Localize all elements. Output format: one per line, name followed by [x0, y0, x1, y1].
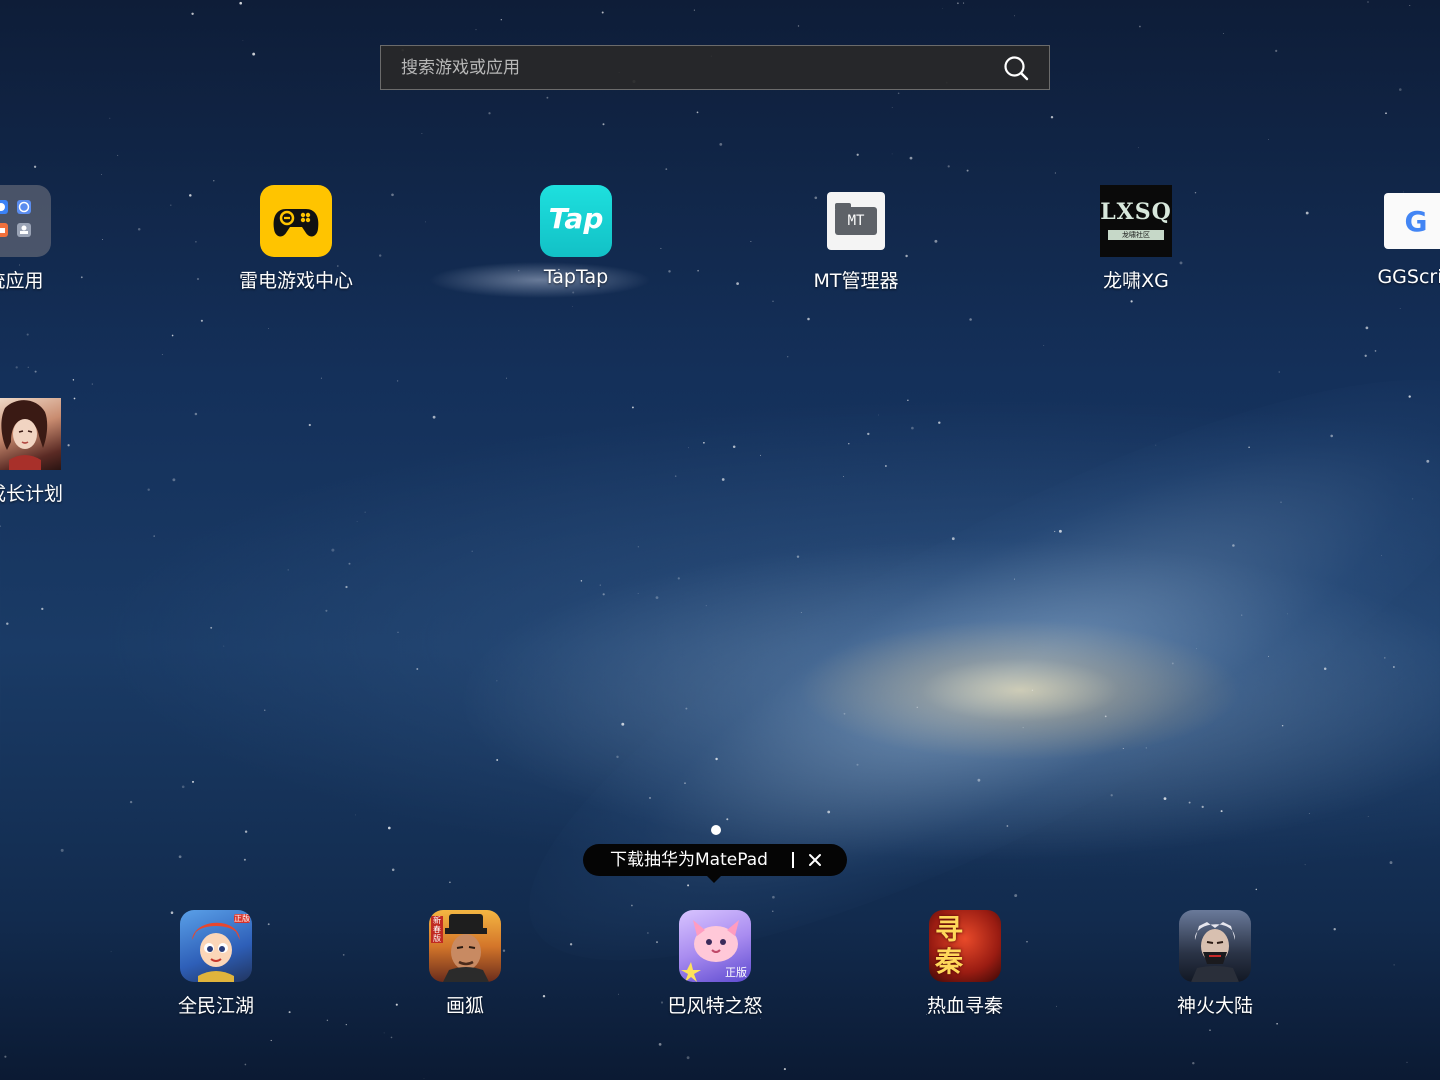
app-bafengte[interactable]: 正版 巴风特之怒 — [615, 910, 815, 1018]
search-input[interactable] — [381, 46, 1001, 89]
promo-divider — [792, 852, 794, 868]
app-label: 热血寻秦 — [926, 995, 1003, 1017]
taptap-logo-text: Tap — [548, 202, 604, 235]
app-label: 全民江湖 — [177, 995, 254, 1017]
lxsq-logo-text: LXSQ — [1100, 199, 1172, 225]
gamepad-icon — [260, 185, 332, 257]
ggscript-logo-text: G — [1404, 205, 1428, 238]
app-label: 统应用 — [0, 270, 44, 292]
xunqin-logo-text: 寻秦 — [935, 913, 964, 978]
page-indicator-dot — [711, 825, 721, 835]
search-bar[interactable] — [380, 45, 1050, 90]
mt-manager-icon: MT — [820, 185, 892, 257]
lxsq-icon: LXSQ 龙啸社区 — [1100, 185, 1172, 257]
app-label: MT管理器 — [813, 270, 899, 292]
app-shenhuo-dalu[interactable]: 神火大陆 — [1115, 910, 1315, 1018]
app-label: 神火大陆 — [1176, 995, 1253, 1017]
system-apps-folder-icon — [0, 185, 51, 257]
ggscript-icon: G — [1380, 185, 1440, 257]
huahu-icon: 新春版 — [429, 910, 501, 982]
mt-logo-text: MT — [847, 213, 865, 229]
quanmin-jianghu-icon: 正版 — [180, 910, 252, 982]
search-icon[interactable] — [1003, 55, 1029, 81]
edition-badge: 新春版 — [431, 916, 443, 943]
app-label: 巴风特之怒 — [667, 995, 763, 1017]
genuine-badge: 正版 — [234, 914, 250, 923]
app-ggscript[interactable]: G GGScrip — [1316, 185, 1440, 288]
promo-tooltip[interactable]: 下载抽华为MatePad — [583, 844, 847, 876]
app-label: 成长计划 — [0, 483, 63, 505]
taptap-icon: Tap — [540, 185, 612, 257]
app-growth-plan[interactable]: 成长计划 — [0, 398, 125, 506]
app-quanmin-jianghu[interactable]: 正版 全民江湖 — [116, 910, 316, 1018]
app-mt-manager[interactable]: MT MT管理器 — [756, 185, 956, 293]
app-system-apps[interactable]: 统应用 — [0, 185, 115, 293]
app-huahu[interactable]: 新春版 画狐 — [365, 910, 565, 1018]
app-rexue-xunqin[interactable]: 寻秦 热血寻秦 — [865, 910, 1065, 1018]
app-taptap[interactable]: Tap TapTap — [476, 185, 676, 288]
close-icon[interactable] — [805, 850, 825, 870]
rexue-xunqin-icon: 寻秦 — [929, 910, 1001, 982]
app-label: TapTap — [543, 266, 609, 288]
shenhuo-dalu-icon — [1179, 910, 1251, 982]
app-label: 雷电游戏中心 — [238, 270, 353, 292]
app-longxiao-xg[interactable]: LXSQ 龙啸社区 龙啸XG — [1036, 185, 1236, 293]
genuine-badge: 正版 — [725, 966, 747, 979]
growth-plan-icon — [0, 398, 61, 470]
promo-text[interactable]: 下载抽华为MatePad — [610, 844, 768, 876]
app-label: 龙啸XG — [1103, 270, 1169, 292]
app-label: 画狐 — [445, 995, 484, 1017]
app-label: GGScrip — [1377, 266, 1440, 288]
app-leidian-game-center[interactable]: 雷电游戏中心 — [196, 185, 396, 293]
lxsq-logo-subtext: 龙啸社区 — [1108, 230, 1164, 240]
bafengte-icon: 正版 — [679, 910, 751, 982]
promo-tooltip-arrow — [705, 874, 723, 883]
